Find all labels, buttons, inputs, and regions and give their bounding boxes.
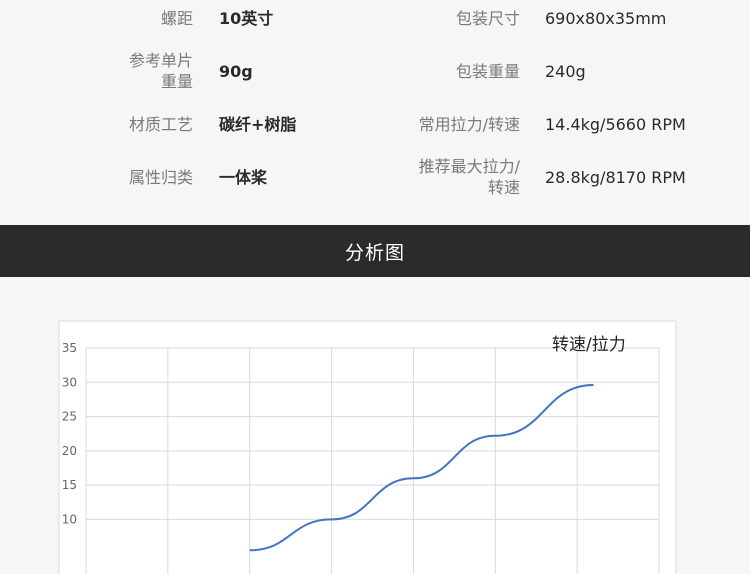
speed-thrust-chart: 10 15 20 25 30 35 [58, 320, 677, 574]
y-tick-label: 15 [62, 478, 77, 492]
chart-background [58, 320, 677, 574]
y-tick-label: 35 [62, 341, 77, 355]
y-tick-label: 10 [62, 512, 77, 526]
chart-title: 转速/拉力 [552, 335, 626, 355]
y-tick-label: 30 [62, 375, 77, 389]
y-tick-label: 25 [62, 410, 77, 424]
y-tick-label: 20 [62, 444, 77, 458]
